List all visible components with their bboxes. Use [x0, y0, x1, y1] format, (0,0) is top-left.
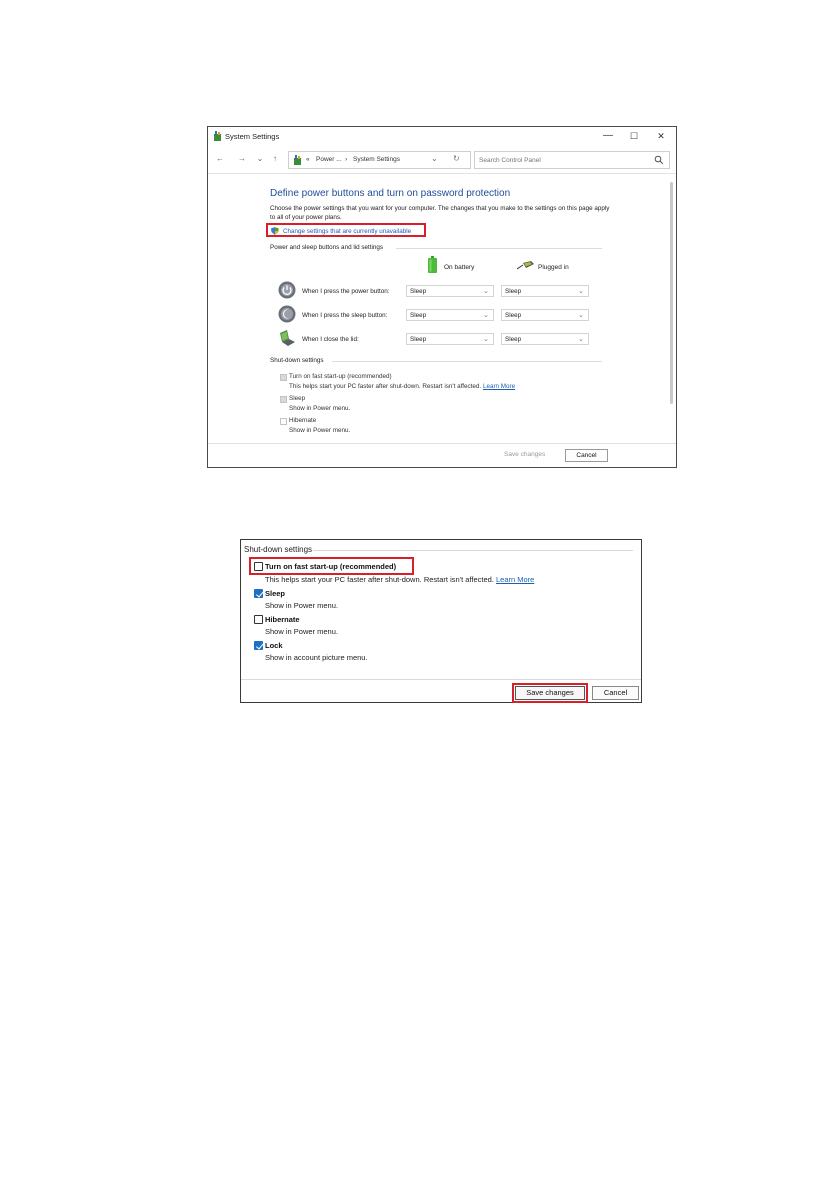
power-button-battery-select[interactable]: Sleep ⌄: [406, 285, 494, 297]
laptop-lid-icon: [280, 330, 295, 346]
plug-icon: [517, 261, 534, 270]
fast-startup-label: Turn on fast start-up (recommended): [289, 373, 392, 380]
vertical-scrollbar[interactable]: [670, 182, 673, 404]
hibernate-label: Hibernate: [265, 615, 300, 624]
hibernate-description: Show in Power menu.: [265, 627, 338, 636]
close-button[interactable]: ✕: [653, 130, 669, 142]
address-dropdown-icon[interactable]: ⌄: [431, 154, 438, 163]
hibernate-checkbox[interactable]: [280, 418, 287, 425]
breadcrumb-power-options[interactable]: Power ...: [316, 156, 342, 163]
minimize-button[interactable]: —: [600, 130, 616, 142]
sleep-label: Sleep: [289, 395, 306, 402]
maximize-button[interactable]: ☐: [626, 130, 642, 142]
change-settings-label: Change settings that are currently unava…: [283, 227, 412, 235]
chevron-down-icon: ⌄: [483, 288, 489, 295]
fast-startup-checkbox[interactable]: [254, 562, 263, 571]
sleep-checkbox[interactable]: [254, 589, 263, 598]
power-section-heading: Power and sleep buttons and lid settings: [270, 244, 384, 251]
section-divider: [313, 550, 633, 551]
fast-startup-description: This helps start your PC faster after sh…: [265, 575, 535, 584]
plugged-in-header: Plugged in: [538, 264, 569, 271]
lock-checkbox[interactable]: [254, 641, 263, 650]
sleep-button-icon: [278, 305, 296, 323]
on-battery-header: On battery: [444, 264, 475, 271]
search-icon: [654, 155, 664, 165]
change-settings-link[interactable]: Change settings that are currently unava…: [266, 223, 426, 237]
close-lid-plugged-select[interactable]: Sleep ⌄: [501, 333, 589, 345]
back-arrow-icon[interactable]: ←: [214, 153, 226, 165]
hibernate-description: Show in Power menu.: [289, 427, 351, 434]
hibernate-checkbox[interactable]: [254, 615, 263, 624]
sleep-button-plugged-select[interactable]: Sleep ⌄: [501, 309, 589, 321]
cancel-button[interactable]: Cancel: [565, 449, 608, 462]
footer-divider: [241, 679, 641, 680]
page-description: Choose the power settings that you want …: [270, 205, 610, 221]
save-changes-button-disabled: Save changes: [504, 451, 546, 458]
shutdown-section-heading: Shut-down settings: [270, 357, 324, 364]
cancel-button[interactable]: Cancel: [592, 686, 639, 700]
close-lid-battery-select[interactable]: Sleep ⌄: [406, 333, 494, 345]
breadcrumb-system-settings[interactable]: System Settings: [353, 156, 400, 163]
learn-more-link[interactable]: Learn More: [483, 383, 515, 390]
chevron-down-icon: ⌄: [483, 312, 489, 319]
lock-label: Lock: [265, 641, 283, 650]
main-content: Define power buttons and turn on passwor…: [208, 173, 676, 443]
search-input[interactable]: [479, 155, 649, 166]
search-box[interactable]: [474, 151, 670, 169]
chevron-down-icon: ⌄: [578, 288, 584, 295]
page-title: Define power buttons and turn on passwor…: [270, 188, 511, 199]
save-changes-button[interactable]: Save changes: [515, 686, 585, 700]
address-bar[interactable]: « Power ... › System Settings ⌄ ↻: [288, 151, 471, 169]
fast-startup-description: This helps start your PC faster after sh…: [289, 383, 516, 390]
sleep-description: Show in Power menu.: [265, 601, 338, 610]
fast-startup-checkbox[interactable]: [280, 374, 287, 381]
forward-arrow-icon[interactable]: →: [236, 153, 248, 165]
window-title: System Settings: [225, 132, 280, 141]
chevron-down-icon: ⌄: [578, 336, 584, 343]
breadcrumb-separator-icon: ›: [345, 156, 348, 163]
breadcrumb-overflow[interactable]: «: [306, 156, 310, 163]
title-bar: System Settings — ☐ ✕: [208, 127, 676, 147]
control-panel-icon: [294, 155, 301, 165]
sleep-label: Sleep: [265, 589, 286, 598]
power-button-plugged-select[interactable]: Sleep ⌄: [501, 285, 589, 297]
lock-description: Show in account picture menu.: [265, 653, 368, 662]
navigation-bar: ← → ⌄ ↑ « Power ... › System Settings ⌄ …: [208, 149, 676, 171]
recent-locations-chevron-icon[interactable]: ⌄: [254, 153, 266, 165]
fast-startup-label: Turn on fast start-up (recommended): [265, 562, 397, 571]
system-settings-window: System Settings — ☐ ✕ ← → ⌄ ↑ « Power ..…: [207, 126, 677, 468]
close-lid-label: When I close the lid:: [302, 336, 359, 343]
up-arrow-icon[interactable]: ↑: [269, 153, 281, 165]
section-divider: [396, 248, 602, 249]
window-footer: Save changes Cancel: [208, 443, 676, 467]
sleep-description: Show in Power menu.: [289, 405, 351, 412]
hibernate-label: Hibernate: [289, 417, 317, 424]
sleep-button-label: When I press the sleep button:: [302, 312, 388, 319]
sleep-checkbox[interactable]: [280, 396, 287, 403]
learn-more-link[interactable]: Learn More: [496, 575, 534, 584]
sleep-button-battery-select[interactable]: Sleep ⌄: [406, 309, 494, 321]
control-panel-icon: [214, 131, 221, 141]
battery-icon: [428, 256, 437, 273]
uac-shield-icon: [271, 227, 279, 235]
chevron-down-icon: ⌄: [483, 336, 489, 343]
shutdown-settings-panel: Shut-down settings Turn on fast start-up…: [240, 539, 642, 703]
refresh-icon[interactable]: ↻: [453, 154, 460, 163]
power-button-icon: [278, 281, 296, 299]
chevron-down-icon: ⌄: [578, 312, 584, 319]
section-divider: [332, 361, 602, 362]
power-button-label: When I press the power button:: [302, 288, 390, 295]
shutdown-settings-heading: Shut-down settings: [244, 545, 313, 554]
